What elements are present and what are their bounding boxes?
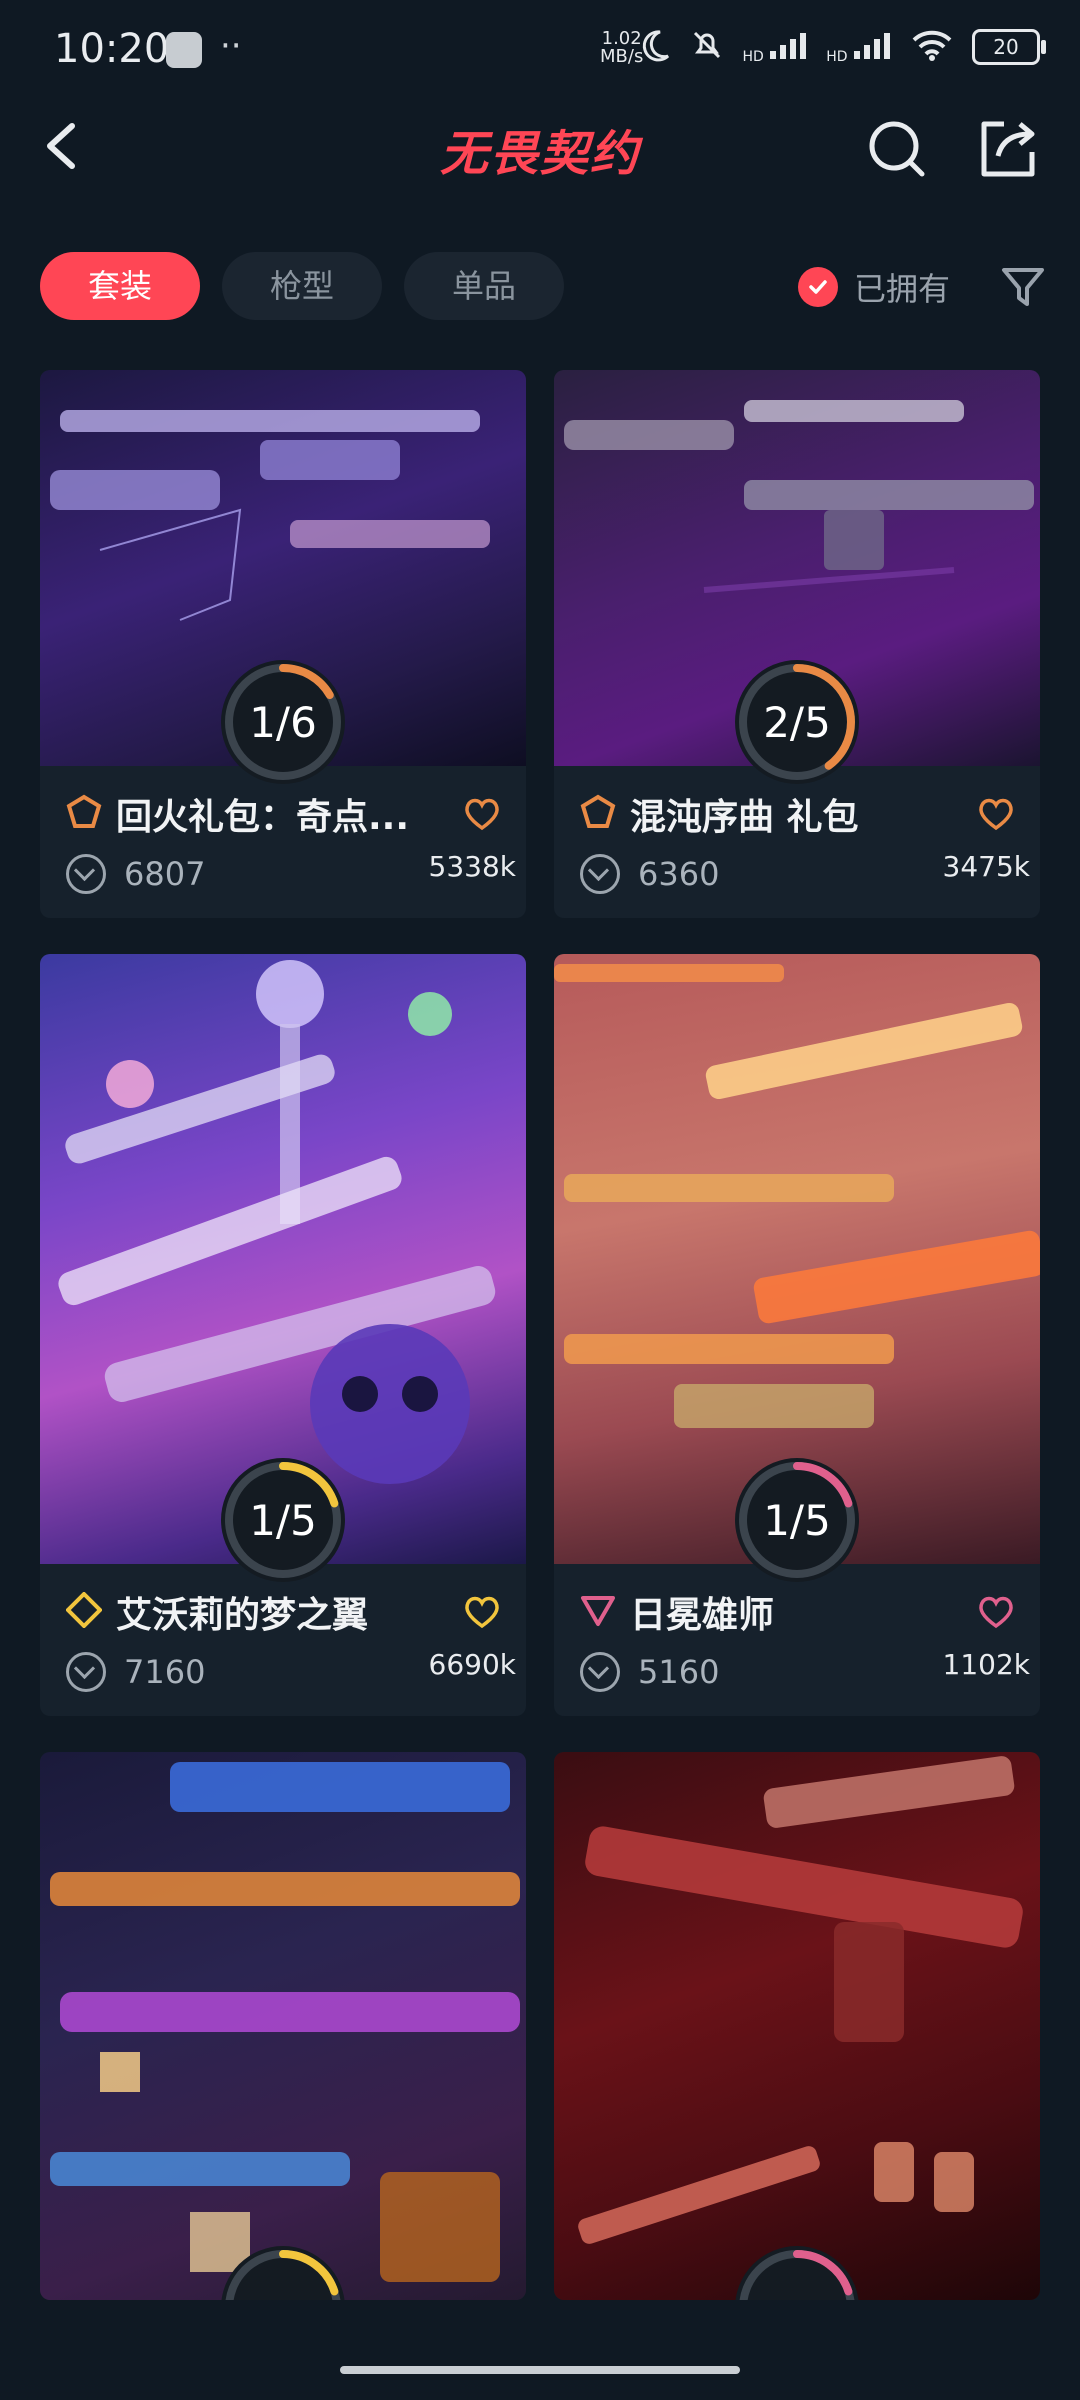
home-indicator[interactable] [340, 2366, 740, 2374]
owned-toggle[interactable]: 已拥有 [797, 264, 950, 310]
bundle-image: 1/5 [554, 954, 1040, 1582]
signal-icon-2: HD [826, 31, 892, 64]
bundle-info: 回火礼包：奇点... 6807 5338k [40, 766, 526, 918]
collection-progress [733, 2244, 861, 2300]
bundle-image: 1/6 [40, 370, 526, 784]
vp-coin-icon [580, 1652, 620, 1692]
status-bar: 10:20 ·· 1.02 MB/s HD HD 20 [0, 0, 1080, 110]
status-icons: HD HD 20 [638, 28, 1046, 66]
signal-icon-1: HD [742, 31, 808, 64]
bundle-name: 混沌序曲 礼包 [630, 797, 859, 838]
bundle-card[interactable] [40, 1752, 526, 2300]
bundle-card[interactable]: 1/5 艾沃莉的梦之翼 7160 6690k [40, 954, 526, 1716]
like-count: 5338k [428, 850, 516, 883]
vp-coin-icon [66, 1652, 106, 1692]
heart-icon[interactable] [462, 1592, 502, 1632]
more-notifications-dots: ·· [220, 26, 242, 66]
tab-bundles[interactable]: 套装 [40, 252, 201, 320]
heart-icon[interactable] [976, 794, 1016, 834]
tier-badge-icon [66, 1592, 102, 1628]
bundle-card[interactable]: 1/5 日冕雄师 5160 1102k [554, 954, 1040, 1716]
tab-single-items[interactable]: 单品 [404, 252, 565, 320]
bundle-info: 日冕雄师 5160 1102k [554, 1564, 1040, 1716]
filter-button[interactable] [1000, 264, 1046, 310]
wrench-icon [166, 32, 202, 68]
moon-icon [638, 28, 672, 66]
tab-weapon-types[interactable]: 枪型 [222, 252, 383, 320]
heart-icon[interactable] [976, 1592, 1016, 1632]
collection-progress [219, 2244, 347, 2300]
app-header: 无畏契约 [0, 100, 1080, 210]
status-time: 10:20 [54, 26, 170, 72]
filter-icon [1002, 268, 1044, 306]
bundle-card[interactable]: 2/5 混沌序曲 礼包 6360 3475k [554, 370, 1040, 918]
share-button[interactable] [974, 116, 1040, 182]
wifi-icon [910, 28, 954, 66]
vp-price: 6360 [580, 854, 719, 894]
weapon-art [578, 1756, 1023, 2244]
search-button[interactable] [864, 116, 930, 182]
vp-coin-icon [66, 854, 106, 894]
bundle-image: 2/5 [554, 370, 1040, 784]
bell-off-icon [690, 28, 724, 66]
tier-badge-icon [66, 794, 102, 828]
network-speed: 1.02 MB/s [600, 28, 644, 67]
weapon-art [50, 1762, 520, 2282]
bundle-name: 艾沃莉的梦之翼 [116, 1595, 369, 1636]
bundle-image: 1/5 [40, 954, 526, 1582]
vp-price: 5160 [580, 1652, 719, 1692]
vp-coin-icon [580, 854, 620, 894]
bundle-info: 艾沃莉的梦之翼 7160 6690k [40, 1564, 526, 1716]
share-icon [981, 121, 1035, 177]
like-count: 6690k [428, 1648, 516, 1681]
battery-icon: 20 [972, 29, 1046, 65]
bundle-info: 混沌序曲 礼包 6360 3475k [554, 766, 1040, 918]
tier-badge-icon [581, 1596, 615, 1626]
bundle-name: 日冕雄师 [630, 1595, 775, 1636]
heart-icon[interactable] [462, 794, 502, 834]
bundle-image [40, 1752, 526, 2300]
bundle-card[interactable]: 1/6 回火礼包：奇点... 6807 5338k [40, 370, 526, 918]
category-tabs: 套装 枪型 单品 [40, 252, 565, 320]
search-icon [869, 121, 925, 177]
bundle-name: 回火礼包：奇点... [116, 797, 410, 838]
like-count: 1102k [942, 1648, 1030, 1681]
tier-badge-icon [580, 794, 616, 828]
bundle-grid: 1/6 回火礼包：奇点... 6807 5338k 2/5 混沌序曲 礼包 63… [40, 370, 1040, 2300]
checkmark-icon [797, 267, 838, 307]
bundle-image [554, 1752, 1040, 2300]
vp-price: 7160 [66, 1652, 205, 1692]
like-count: 3475k [942, 850, 1030, 883]
vp-price: 6807 [66, 854, 205, 894]
owned-label: 已拥有 [853, 270, 950, 308]
bundle-card[interactable] [554, 1752, 1040, 2300]
